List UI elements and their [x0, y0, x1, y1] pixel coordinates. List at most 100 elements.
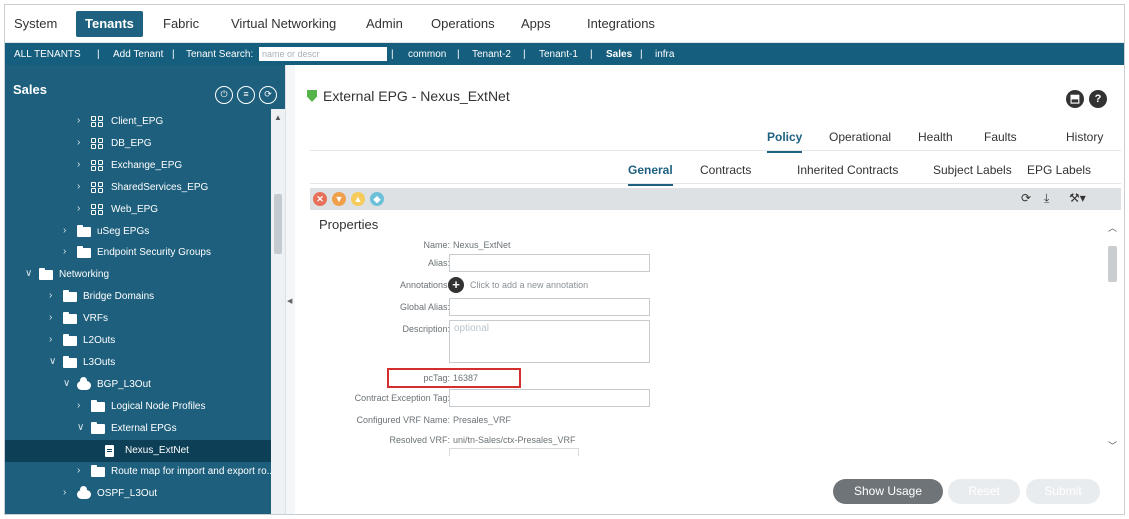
- tree-item[interactable]: ∨ External EPGs: [5, 418, 271, 440]
- tree-item[interactable]: › Route map for import and export ro...: [5, 461, 275, 483]
- tenant-link-infra[interactable]: infra: [655, 49, 674, 60]
- chevron-down-icon[interactable]: ∨: [49, 356, 59, 367]
- refresh-icon[interactable]: ⟳: [1021, 191, 1031, 205]
- properties-scroll-thumb[interactable]: [1108, 246, 1117, 282]
- tree-item[interactable]: › Endpoint Security Groups: [5, 242, 271, 264]
- tab-health[interactable]: Health: [918, 130, 953, 144]
- properties-scrollbar[interactable]: ︿ ﹀: [1105, 213, 1119, 456]
- fault-toolbar: ✕ ▼ ▲ ◆ ⟳ ⤓ ⚒▾: [310, 188, 1121, 210]
- tree-item[interactable]: ∨ Networking: [5, 264, 271, 286]
- chevron-right-icon[interactable]: ›: [77, 181, 87, 192]
- help-icon[interactable]: ?: [1089, 90, 1107, 108]
- list-icon[interactable]: ≡: [237, 86, 255, 104]
- all-tenants-link[interactable]: ALL TENANTS: [14, 49, 81, 60]
- reset-button[interactable]: Reset: [948, 479, 1020, 504]
- chevron-right-icon[interactable]: ›: [63, 487, 73, 498]
- tree-item[interactable]: › DB_EPG: [5, 133, 271, 155]
- page-title: External EPG - Nexus_ExtNet: [323, 88, 510, 104]
- tab-inherited-contracts[interactable]: Inherited Contracts: [797, 163, 898, 177]
- submit-button[interactable]: Submit: [1026, 479, 1100, 504]
- tree-item[interactable]: › Bridge Domains: [5, 286, 271, 308]
- add-annotation-link[interactable]: Click to add a new annotation: [470, 280, 588, 290]
- tenant-bar: ALL TENANTS | Add Tenant | Tenant Search…: [5, 43, 1124, 65]
- chevron-down-icon[interactable]: ∨: [63, 378, 73, 389]
- tree-item[interactable]: › Web_EPG: [5, 199, 271, 221]
- tenant-search-input[interactable]: [259, 47, 387, 61]
- tree-item[interactable]: › Exchange_EPG: [5, 155, 271, 177]
- tab-subject-labels[interactable]: Subject Labels: [933, 163, 1012, 177]
- chevron-right-icon[interactable]: ›: [77, 465, 87, 476]
- global-alias-input[interactable]: [449, 298, 650, 316]
- show-usage-button[interactable]: Show Usage: [833, 479, 943, 504]
- configured-vrf-value: Presales_VRF: [453, 415, 512, 425]
- tab-operational[interactable]: Operational: [829, 130, 891, 144]
- name-value: Nexus_ExtNet: [453, 240, 511, 250]
- tenant-link-common[interactable]: common: [408, 49, 446, 60]
- chevron-right-icon[interactable]: ›: [63, 246, 73, 257]
- tree-item[interactable]: › Client_EPG: [5, 111, 271, 133]
- menu-virtual-networking[interactable]: Virtual Networking: [231, 16, 336, 31]
- tenant-link-tenant-2[interactable]: Tenant-2: [472, 49, 511, 60]
- warning-fault-icon[interactable]: ◆: [370, 192, 384, 206]
- chevron-right-icon[interactable]: ›: [77, 203, 87, 214]
- tenant-link-sales[interactable]: Sales: [606, 49, 632, 60]
- chevron-down-icon[interactable]: ∨: [25, 268, 35, 279]
- refresh-icon[interactable]: ⟳: [259, 86, 277, 104]
- tree-item[interactable]: › uSeg EPGs: [5, 221, 271, 243]
- tree-item[interactable]: › VRFs: [5, 308, 271, 330]
- scroll-down-icon[interactable]: ﹀: [1108, 439, 1117, 452]
- chevron-right-icon[interactable]: ›: [49, 312, 59, 323]
- chevron-right-icon[interactable]: ›: [63, 225, 73, 236]
- collapse-arrow-icon[interactable]: ◀: [287, 297, 292, 305]
- tools-icon[interactable]: ⚒▾: [1069, 191, 1086, 205]
- separator: |: [391, 49, 394, 60]
- tree-scroll-thumb[interactable]: [274, 194, 282, 254]
- menu-admin[interactable]: Admin: [366, 16, 403, 31]
- tree-item[interactable]: Nexus_ExtNet: [5, 439, 271, 462]
- resolved-vrf-value[interactable]: uni/tn-Sales/ctx-Presales_VRF: [453, 435, 576, 445]
- tree-item-label: OSPF_L3Out: [97, 488, 158, 500]
- add-annotation-icon[interactable]: +: [448, 277, 464, 293]
- menu-apps[interactable]: Apps: [521, 16, 551, 31]
- menu-system[interactable]: System: [14, 16, 57, 31]
- menu-integrations[interactable]: Integrations: [587, 16, 655, 31]
- tab-faults[interactable]: Faults: [984, 130, 1017, 144]
- major-fault-icon[interactable]: ▼: [332, 192, 346, 206]
- scroll-up-icon[interactable]: ︿: [1108, 221, 1117, 234]
- tree-item[interactable]: › L2Outs: [5, 330, 271, 352]
- chevron-right-icon[interactable]: ›: [77, 159, 87, 170]
- tab-history[interactable]: History: [1066, 130, 1103, 144]
- add-tenant-link[interactable]: Add Tenant: [113, 49, 163, 60]
- tree-item[interactable]: ∨ L3Outs: [5, 352, 271, 374]
- menu-operations[interactable]: Operations: [431, 16, 495, 31]
- chevron-right-icon[interactable]: ›: [77, 115, 87, 126]
- menu-fabric[interactable]: Fabric: [163, 16, 199, 31]
- description-row: Description:: [310, 320, 1105, 366]
- bookmark-icon[interactable]: ⬒: [1066, 90, 1084, 108]
- annotations-row: Annotations: + Click to add a new annota…: [310, 276, 1105, 296]
- menu-tenants[interactable]: Tenants: [76, 11, 143, 37]
- contract-exception-input[interactable]: [449, 389, 650, 407]
- critical-fault-icon[interactable]: ✕: [313, 192, 327, 206]
- tree-item[interactable]: › Logical Node Profiles: [5, 396, 271, 418]
- download-icon[interactable]: ⤓: [1044, 191, 1049, 206]
- chevron-right-icon[interactable]: ›: [77, 400, 87, 411]
- chevron-right-icon[interactable]: ›: [49, 334, 59, 345]
- chevron-right-icon[interactable]: ›: [49, 290, 59, 301]
- tab-epg-labels[interactable]: EPG Labels: [1027, 163, 1091, 177]
- alias-input[interactable]: [449, 254, 650, 272]
- tab-contracts[interactable]: Contracts: [700, 163, 751, 177]
- scroll-up-icon[interactable]: ▲: [274, 113, 282, 122]
- properties-form: Properties Name: Nexus_ExtNet Alias: Ann…: [310, 210, 1105, 456]
- tree-item[interactable]: › SharedServices_EPG: [5, 177, 271, 199]
- power-icon[interactable]: ⏻: [215, 86, 233, 104]
- tenant-link-tenant-1[interactable]: Tenant-1: [539, 49, 578, 60]
- description-input[interactable]: [449, 320, 650, 363]
- minor-fault-icon[interactable]: ▲: [351, 192, 365, 206]
- tree-item[interactable]: › OSPF_L3Out: [5, 483, 271, 505]
- tree-item[interactable]: ∨ BGP_L3Out: [5, 374, 271, 396]
- tree-scrollbar[interactable]: ▲: [271, 109, 285, 514]
- panel-divider[interactable]: ◀: [285, 65, 295, 514]
- chevron-down-icon[interactable]: ∨: [77, 422, 87, 433]
- chevron-right-icon[interactable]: ›: [77, 137, 87, 148]
